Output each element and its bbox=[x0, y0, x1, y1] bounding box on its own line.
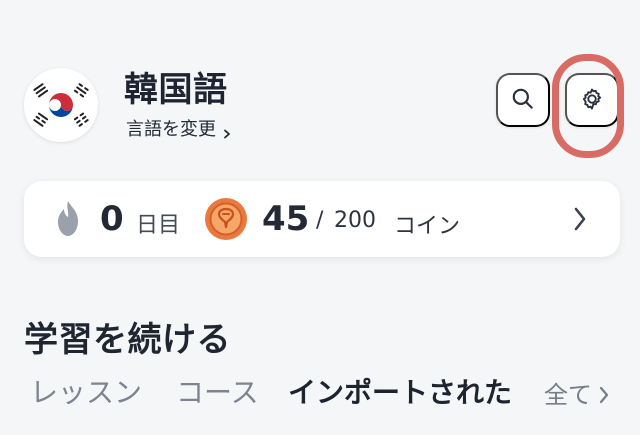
south-korea-flag-icon bbox=[24, 68, 98, 142]
chevron-right-icon bbox=[222, 123, 232, 139]
settings-button[interactable] bbox=[565, 73, 619, 127]
coin-max: 200 bbox=[334, 208, 376, 233]
see-all-label: 全て bbox=[544, 381, 592, 409]
coin-unit: コイン bbox=[394, 214, 461, 239]
search-button[interactable] bbox=[496, 73, 550, 127]
tab-imported[interactable]: インポートされた bbox=[288, 371, 512, 411]
gear-icon bbox=[578, 85, 606, 116]
streak-label: 日目 bbox=[136, 213, 181, 238]
streak-coins-card[interactable]: 0 日目 45 / 200 コイン bbox=[24, 181, 620, 257]
search-icon bbox=[510, 86, 536, 115]
flame-icon bbox=[50, 197, 86, 241]
streak-count: 0 bbox=[100, 199, 124, 239]
coin-current: 45 bbox=[262, 199, 310, 239]
language-title: 韓国語 bbox=[124, 70, 228, 110]
header: 韓国語 言語を変更 bbox=[0, 0, 640, 170]
chevron-right-icon bbox=[598, 383, 610, 403]
coin-icon bbox=[202, 195, 250, 243]
continue-learning-title: 学習を続ける bbox=[24, 320, 231, 360]
tab-lessons[interactable]: レッスン bbox=[30, 371, 142, 411]
chevron-right-icon bbox=[572, 206, 588, 232]
change-language-label: 言語を変更 bbox=[126, 119, 216, 140]
change-language-link[interactable]: 言語を変更 bbox=[126, 115, 232, 141]
see-all-link[interactable]: 全て bbox=[544, 375, 610, 410]
coin-separator: / bbox=[316, 208, 324, 233]
tab-bar: レッスン コース インポートされた 全て bbox=[30, 371, 634, 415]
tab-courses[interactable]: コース bbox=[176, 371, 259, 411]
